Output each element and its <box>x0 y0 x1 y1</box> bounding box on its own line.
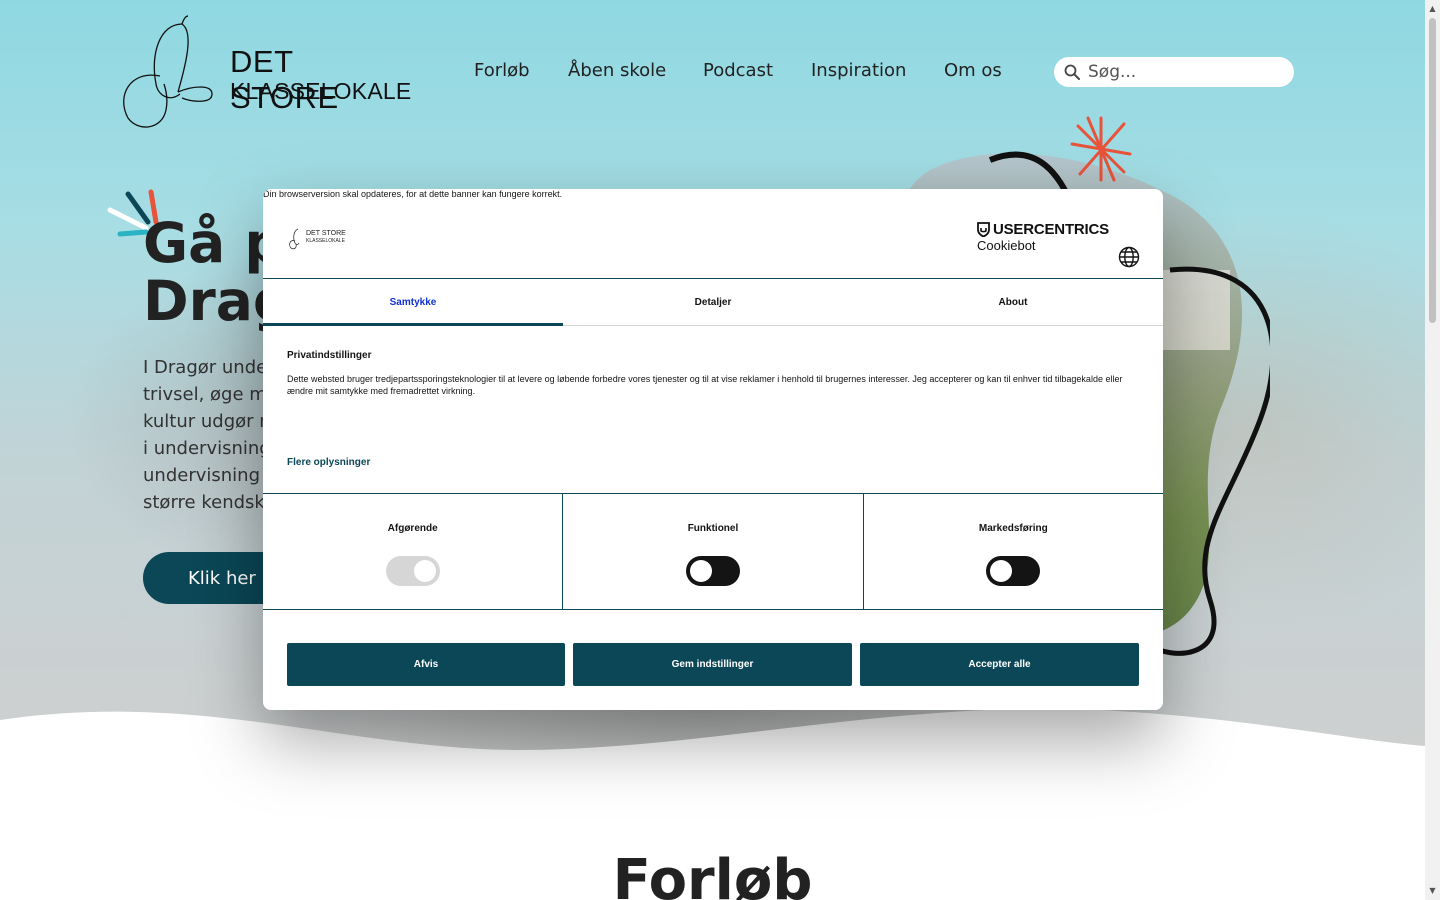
nav-item-podcast[interactable]: Podcast <box>703 60 773 81</box>
more-info-link[interactable]: Flere oplysninger <box>287 457 370 468</box>
dialog-logo-line1: DET STORE <box>306 230 346 237</box>
globe-language-icon[interactable] <box>1118 246 1140 268</box>
butterfly-logo-icon <box>289 228 300 250</box>
category-label: Funktionel <box>687 523 739 534</box>
section-title-forloeb: Forløb <box>612 848 813 900</box>
search-icon <box>1064 64 1080 80</box>
cookiebot-label: Cookiebot <box>977 238 1036 253</box>
dialog-logo-line2: KLASSELOKALE <box>306 238 345 244</box>
toggle-markedsfoering[interactable] <box>986 556 1041 586</box>
toggle-knob <box>689 560 712 582</box>
category-label: Markedsføring <box>978 523 1048 534</box>
dialog-site-logo: DET STORE KLASSELOKALE <box>288 227 348 253</box>
reject-button[interactable]: Afvis <box>287 643 565 686</box>
butterfly-logo-icon <box>123 15 213 128</box>
consent-categories: Afgørende Funktionel Markedsføring <box>263 493 1163 610</box>
tab-about[interactable]: About <box>863 279 1163 325</box>
scroll-up-arrow-icon[interactable]: ▲ <box>1428 4 1437 13</box>
toggle-funktionel[interactable] <box>685 556 740 586</box>
accept-all-button[interactable]: Accepter alle <box>860 643 1139 686</box>
tab-samtykke[interactable]: Samtykke <box>263 279 563 326</box>
site-logo[interactable]: DET STORE KLASSELOKALE <box>120 14 411 132</box>
category-afgoerende: Afgørende <box>263 494 564 609</box>
toggle-afgoerende[interactable] <box>385 556 440 586</box>
dialog-header: DET STORE KLASSELOKALE USERCENTRICS Cook… <box>263 207 1163 278</box>
category-funktionel: Funktionel <box>563 494 864 609</box>
search-placeholder: Søg... <box>1088 62 1137 82</box>
privacy-title: Privatindstillinger <box>287 350 372 361</box>
category-markedsfoering: Markedsføring <box>864 494 1163 609</box>
nav-item-forloeb[interactable]: Forløb <box>474 60 530 81</box>
nav-item-inspiration[interactable]: Inspiration <box>811 60 906 81</box>
search-input[interactable]: Søg... <box>1054 57 1294 87</box>
browser-warning: Din browserversion skal opdateres, for a… <box>263 189 563 199</box>
scroll-down-arrow-icon[interactable]: ▼ <box>1428 886 1437 895</box>
usercentrics-logo[interactable]: USERCENTRICS Cookiebot <box>977 221 1109 253</box>
nav-item-aaben-skole[interactable]: Åben skole <box>568 60 666 81</box>
logo-text-line2: KLASSELOKALE <box>230 78 412 104</box>
hero-cta-label: Klik her <box>188 567 256 589</box>
scrollbar-thumb[interactable] <box>1429 18 1436 323</box>
privacy-text: Dette websted bruger tredjepartssporings… <box>287 374 1123 396</box>
usercentrics-brand: USERCENTRICS <box>993 221 1109 238</box>
toggle-knob <box>990 560 1013 582</box>
tab-detaljer[interactable]: Detaljer <box>563 279 863 325</box>
save-settings-button[interactable]: Gem indstillinger <box>573 643 852 686</box>
category-label: Afgørende <box>387 523 438 534</box>
cookie-consent-dialog: Din browserversion skal opdateres, for a… <box>263 189 1163 710</box>
nav-item-om-os[interactable]: Om os <box>944 60 1002 81</box>
starburst-decoration-icon <box>1070 116 1132 182</box>
toggle-knob <box>413 560 436 582</box>
shield-icon <box>977 222 990 237</box>
consent-tabs: Samtykke Detaljer About <box>263 278 1163 326</box>
